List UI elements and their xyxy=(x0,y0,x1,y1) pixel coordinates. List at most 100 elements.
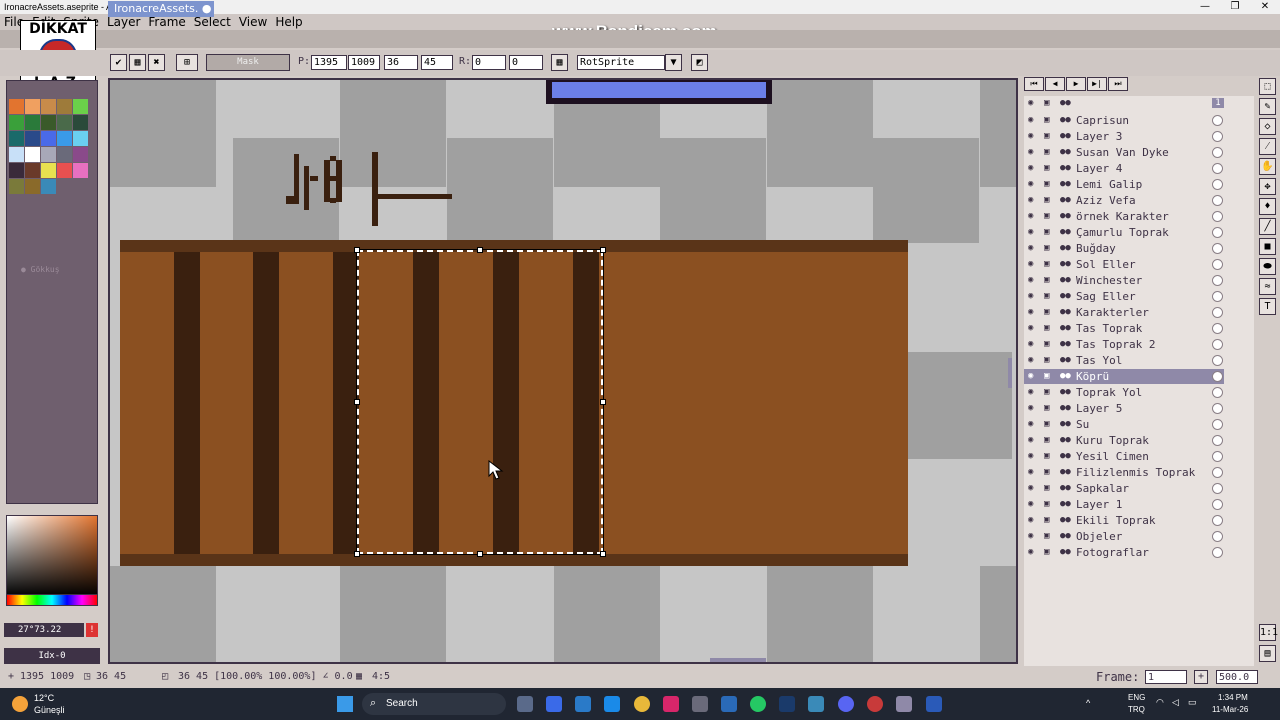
explorer-icon[interactable] xyxy=(721,696,737,712)
layer-row[interactable]: ◉ ▣ ●● Objeler xyxy=(1024,529,1224,544)
palette-swatch[interactable] xyxy=(73,163,88,178)
eraser-tool-icon[interactable]: ◇ xyxy=(1259,118,1276,135)
start-icon[interactable] xyxy=(337,696,353,712)
eye-icon[interactable]: ◉ xyxy=(1028,433,1036,445)
continuous-icon[interactable]: ●● xyxy=(1060,337,1074,349)
cel-icon[interactable] xyxy=(1212,115,1223,126)
text-tool-icon[interactable]: T xyxy=(1259,298,1276,315)
eyedropper-tool-icon[interactable]: ⁄ xyxy=(1259,138,1276,155)
palette-swatch[interactable] xyxy=(57,147,72,162)
lang-code-1[interactable]: ENG xyxy=(1128,693,1145,702)
layer-row[interactable]: ◉ ▣ ●● Layer 5 xyxy=(1024,401,1224,416)
task-view-icon[interactable] xyxy=(517,696,533,712)
close-button[interactable]: ✕ xyxy=(1250,0,1280,14)
lock-icon[interactable]: ▣ xyxy=(1044,417,1052,429)
lock-icon[interactable]: ▣ xyxy=(1044,385,1052,397)
selection-handle[interactable] xyxy=(354,551,360,557)
weather-icon[interactable] xyxy=(12,696,28,712)
selection-handle[interactable] xyxy=(354,247,360,253)
cel-icon[interactable] xyxy=(1212,355,1223,366)
edge-icon[interactable] xyxy=(604,696,620,712)
continuous-icon[interactable]: ●● xyxy=(1060,177,1074,189)
palette-swatch[interactable] xyxy=(9,115,24,130)
pivot-icon[interactable]: ⊞ xyxy=(176,54,198,71)
palette-swatch[interactable] xyxy=(57,131,72,146)
zoom-field[interactable]: 500.0 xyxy=(1216,670,1258,684)
cel-icon[interactable] xyxy=(1212,243,1223,254)
eye-icon[interactable]: ◉ xyxy=(1028,545,1036,557)
lock-icon[interactable]: ▣ xyxy=(1044,305,1052,317)
tray-chevron-icon[interactable]: ^ xyxy=(1086,698,1090,708)
wifi-icon[interactable]: ◠ xyxy=(1156,697,1164,708)
index-field[interactable]: Idx-0 xyxy=(4,648,100,664)
clock-date[interactable]: 11-Mar-26 xyxy=(1212,705,1248,714)
eye-icon[interactable]: ◉ xyxy=(1028,401,1036,413)
pencil-tool-icon[interactable]: ✎ xyxy=(1259,98,1276,115)
lock-icon[interactable]: ▣ xyxy=(1044,289,1052,301)
sprite-editor[interactable] xyxy=(108,78,1018,664)
copilot-icon[interactable] xyxy=(546,696,562,712)
layer-row[interactable]: ◉ ▣ ●● Layer 1 xyxy=(1024,497,1224,512)
palette-swatch[interactable] xyxy=(41,147,56,162)
move-tool-icon[interactable]: ✥ xyxy=(1259,178,1276,195)
lock-icon[interactable]: ▣ xyxy=(1044,545,1052,557)
palette-swatch[interactable] xyxy=(9,99,24,114)
battery-icon[interactable]: ▭ xyxy=(1188,697,1197,708)
color-value-field[interactable]: 27°73.22 xyxy=(4,623,84,637)
layer-row[interactable]: ◉ ▣ ●● Winchester xyxy=(1024,273,1224,288)
rotation-field[interactable]: 0 xyxy=(472,55,506,70)
lock-icon[interactable]: ▣ xyxy=(1044,145,1052,157)
contour-tool-icon[interactable]: ⬬ xyxy=(1259,258,1276,275)
eye-icon[interactable]: ◉ xyxy=(1028,257,1036,269)
settings-icon[interactable] xyxy=(692,696,708,712)
cel-icon[interactable] xyxy=(1212,147,1223,158)
selection-handle[interactable] xyxy=(600,247,606,253)
selection-handle[interactable] xyxy=(600,551,606,557)
cel-icon[interactable] xyxy=(1212,259,1223,270)
cel-icon[interactable] xyxy=(1212,275,1223,286)
palette-swatch[interactable] xyxy=(25,115,40,130)
chrome-icon[interactable] xyxy=(634,696,650,712)
palette-swatch[interactable] xyxy=(9,131,24,146)
continuous-icon[interactable]: ●● xyxy=(1060,241,1074,253)
mask-button[interactable]: Mask xyxy=(206,54,290,71)
eye-icon[interactable]: ◉ xyxy=(1028,337,1036,349)
selection-marquee[interactable] xyxy=(356,249,604,555)
layer-row[interactable]: ◉ ▣ ●● Tas Toprak 2 xyxy=(1024,337,1224,352)
line-tool-icon[interactable]: ╱ xyxy=(1259,218,1276,235)
continuous-icon[interactable]: ●● xyxy=(1060,209,1074,221)
cel-icon[interactable] xyxy=(1212,323,1223,334)
lang-code-2[interactable]: TRQ xyxy=(1128,705,1145,714)
palette-swatch[interactable] xyxy=(57,163,72,178)
eye-icon[interactable]: ◉ xyxy=(1028,113,1036,125)
continuous-icon[interactable]: ●● xyxy=(1060,161,1074,173)
selection-handle[interactable] xyxy=(477,551,483,557)
cel-icon[interactable] xyxy=(1212,179,1223,190)
steam-icon[interactable] xyxy=(779,696,795,712)
visibility-header-icon[interactable]: ◉ xyxy=(1028,98,1033,108)
discord-icon[interactable] xyxy=(838,696,854,712)
continuous-icon[interactable]: ●● xyxy=(1060,449,1074,461)
palette-swatch[interactable] xyxy=(25,147,40,162)
blur-tool-icon[interactable]: ≈ xyxy=(1259,278,1276,295)
cel-icon[interactable] xyxy=(1212,547,1223,558)
eye-icon[interactable]: ◉ xyxy=(1028,225,1036,237)
eye-icon[interactable]: ◉ xyxy=(1028,273,1036,285)
marquee-tool-icon[interactable]: ⬚ xyxy=(1259,78,1276,95)
palette-swatch[interactable] xyxy=(41,115,56,130)
palette-swatch[interactable] xyxy=(73,147,88,162)
eye-icon[interactable]: ◉ xyxy=(1028,321,1036,333)
cel-icon[interactable] xyxy=(1212,211,1223,222)
add-frame-icon[interactable]: + xyxy=(1194,670,1208,684)
palette-swatch[interactable] xyxy=(41,99,56,114)
continuous-icon[interactable]: ●● xyxy=(1060,225,1074,237)
palette-swatch[interactable] xyxy=(73,131,88,146)
tab-ironacre-assets[interactable]: IronacreAssets. ● xyxy=(108,1,214,17)
cel-icon[interactable] xyxy=(1212,515,1223,526)
grid-check-icon[interactable]: ▦ xyxy=(129,54,146,71)
cel-icon[interactable] xyxy=(1212,499,1223,510)
record-app-icon[interactable] xyxy=(663,696,679,712)
palette-swatch[interactable] xyxy=(73,115,88,130)
skew-field[interactable]: 0 xyxy=(509,55,543,70)
cel-icon[interactable] xyxy=(1212,291,1223,302)
